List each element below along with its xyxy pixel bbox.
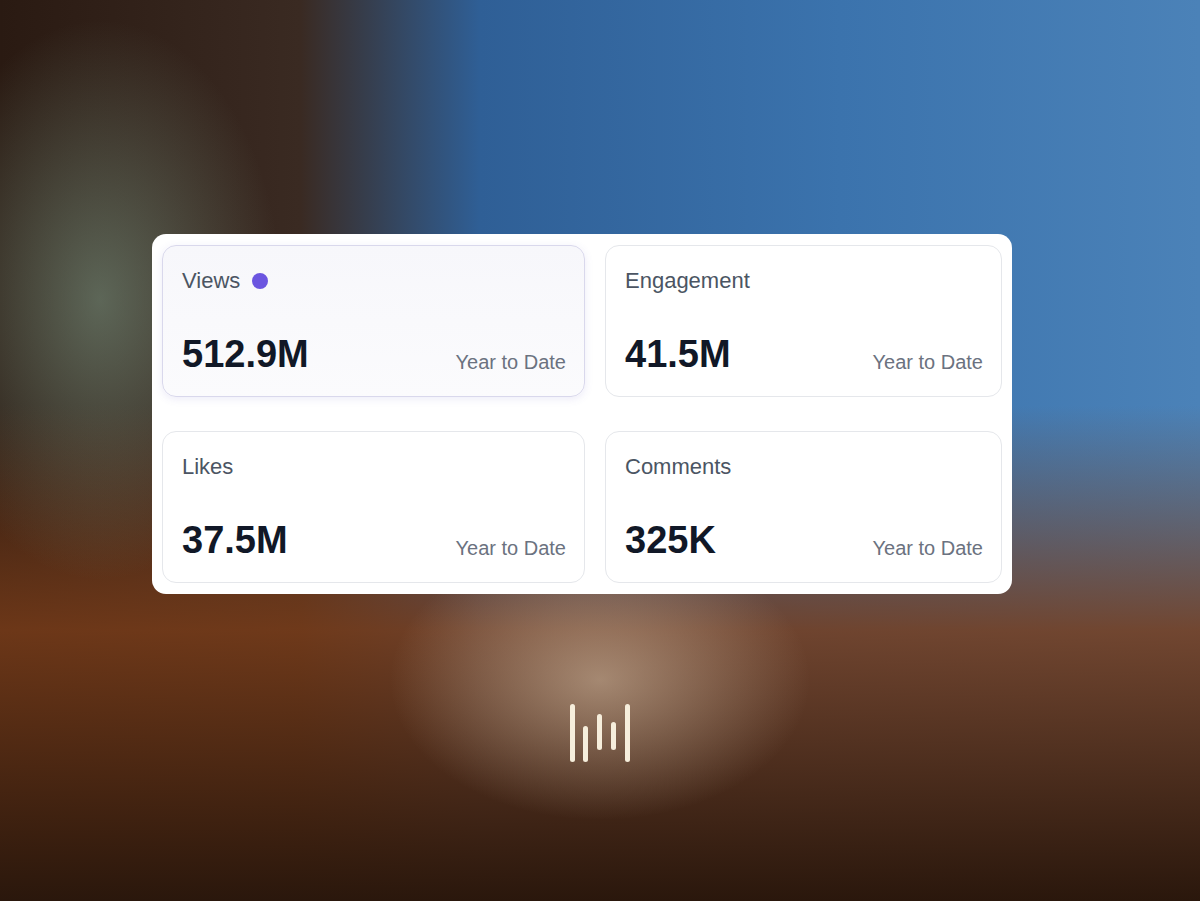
- stat-period: Year to Date: [873, 351, 983, 376]
- stat-value: 37.5M: [182, 520, 288, 562]
- stat-tile[interactable]: Likes 37.5M Year to Date: [162, 431, 585, 583]
- stat-label: Comments: [625, 454, 731, 480]
- stat-value: 325K: [625, 520, 716, 562]
- stat-tile[interactable]: Comments 325K Year to Date: [605, 431, 1002, 583]
- stats-card: Views 512.9M Year to DateEngagement 41.5…: [152, 234, 1012, 594]
- stat-value: 41.5M: [625, 334, 731, 376]
- stat-label: Views: [182, 268, 240, 294]
- page: Views 512.9M Year to DateEngagement 41.5…: [0, 0, 1200, 901]
- bars-logo-icon: [569, 702, 631, 764]
- stat-label: Likes: [182, 454, 233, 480]
- stat-value: 512.9M: [182, 334, 309, 376]
- stat-tile[interactable]: Views 512.9M Year to Date: [162, 245, 585, 397]
- stat-label: Engagement: [625, 268, 750, 294]
- stat-tile[interactable]: Engagement 41.5M Year to Date: [605, 245, 1002, 397]
- stat-period: Year to Date: [456, 537, 566, 562]
- selected-dot-icon: [252, 273, 268, 289]
- stat-period: Year to Date: [456, 351, 566, 376]
- stat-period: Year to Date: [873, 537, 983, 562]
